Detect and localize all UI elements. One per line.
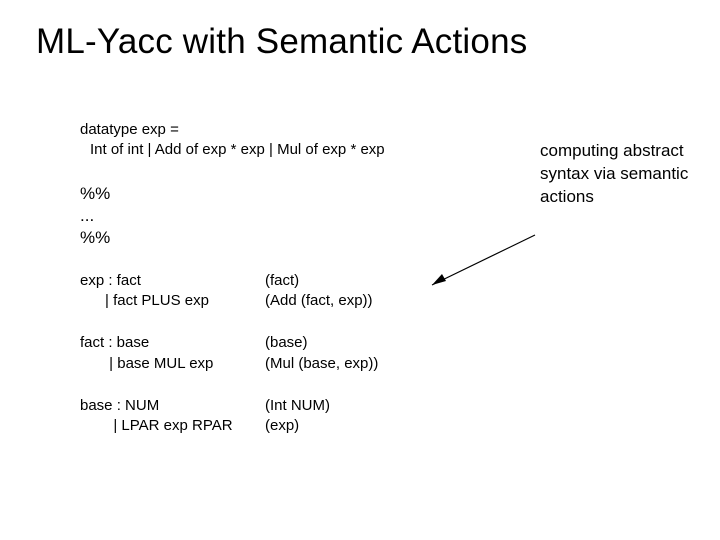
datatype-line-2: Int of int | Add of exp * exp | Mul of e… — [80, 140, 385, 160]
rule-left: | LPAR exp RPAR — [80, 416, 265, 436]
rule-right: (base) — [265, 333, 308, 353]
arrow-icon — [420, 230, 540, 290]
rule-row: fact : base (base) — [80, 333, 385, 353]
rule-left: | base MUL exp — [80, 354, 265, 374]
rule-left: fact : base — [80, 333, 265, 353]
datatype-line-1: datatype exp = — [80, 120, 385, 140]
rule-row: | fact PLUS exp (Add (fact, exp)) — [80, 291, 385, 311]
rule-row: exp : fact (fact) — [80, 271, 385, 291]
rule-fact: fact : base (base) | base MUL exp (Mul (… — [80, 333, 385, 374]
rule-right: (Add (fact, exp)) — [265, 291, 373, 311]
page-title: ML-Yacc with Semantic Actions — [0, 0, 720, 62]
sep-line: %% — [80, 227, 385, 249]
separator-block: %% ... %% — [80, 183, 385, 249]
rule-exp: exp : fact (fact) | fact PLUS exp (Add (… — [80, 271, 385, 312]
rule-row: | base MUL exp (Mul (base, exp)) — [80, 354, 385, 374]
rule-row: base : NUM (Int NUM) — [80, 396, 385, 416]
rule-right: (fact) — [265, 271, 299, 291]
rule-left: | fact PLUS exp — [80, 291, 265, 311]
rule-right: (Int NUM) — [265, 396, 330, 416]
sep-line: %% — [80, 183, 385, 205]
sep-line: ... — [80, 205, 385, 227]
rule-right: (exp) — [265, 416, 299, 436]
rule-base: base : NUM (Int NUM) | LPAR exp RPAR (ex… — [80, 396, 385, 437]
grammar-rules: exp : fact (fact) | fact PLUS exp (Add (… — [80, 271, 385, 437]
rule-left: exp : fact — [80, 271, 265, 291]
annotation-note: computing abstract syntax via semantic a… — [540, 140, 690, 209]
rule-left: base : NUM — [80, 396, 265, 416]
rule-row: | LPAR exp RPAR (exp) — [80, 416, 385, 436]
rule-right: (Mul (base, exp)) — [265, 354, 378, 374]
datatype-decl: datatype exp = Int of int | Add of exp *… — [80, 120, 385, 161]
code-block: datatype exp = Int of int | Add of exp *… — [80, 120, 385, 458]
